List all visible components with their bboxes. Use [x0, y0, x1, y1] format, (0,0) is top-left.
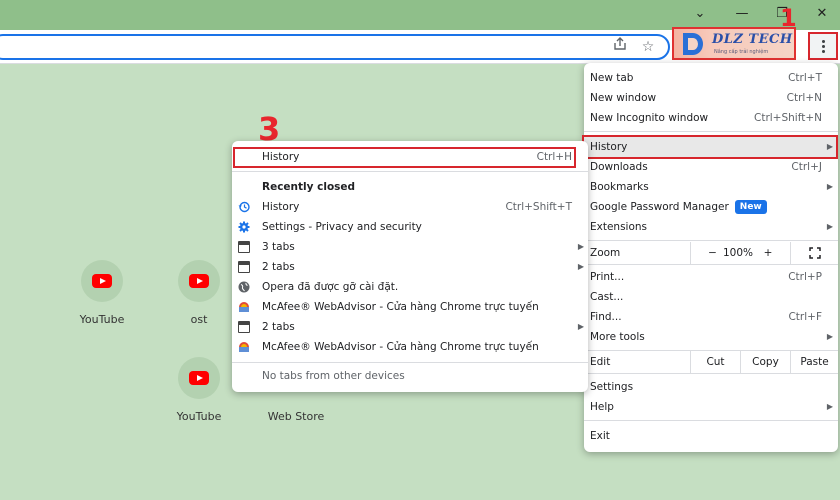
chrome-menu-button[interactable]	[808, 32, 838, 60]
webstore-icon	[239, 302, 249, 312]
menu-item-exit[interactable]: Exit	[584, 426, 838, 446]
more-vert-icon	[822, 40, 825, 55]
menu-item-print[interactable]: Print... Ctrl+P	[584, 267, 838, 287]
menu-divider	[232, 171, 588, 172]
history-submenu: History Ctrl+H Recently closed History Ctr…	[232, 141, 588, 392]
paste-button[interactable]: Paste	[790, 351, 838, 373]
tab-search-icon[interactable]: ⌄	[688, 3, 712, 25]
menu-item-cast[interactable]: Cast...	[584, 287, 838, 307]
dlz-tech-logo: DLZ TECH Nâng cấp trải nghiệm	[672, 27, 796, 60]
submenu-item-tab-group[interactable]: 2 tabs ▶	[232, 317, 588, 337]
menu-edit-row: Edit Cut Copy Paste	[584, 351, 838, 373]
youtube-icon	[189, 371, 209, 385]
highlight-history-menu	[582, 135, 838, 159]
submenu-item-tab-group[interactable]: 3 tabs ▶	[232, 237, 588, 257]
chrome-main-menu: New tab Ctrl+T New window Ctrl+N New Incog…	[584, 63, 838, 452]
submenu-item-mcafee[interactable]: McAfee® WebAdvisor - Cửa hàng Chrome trự…	[232, 297, 588, 317]
globe-icon	[238, 281, 250, 293]
menu-zoom-row: Zoom − 100% +	[584, 242, 838, 264]
step-1-label: 1	[780, 4, 797, 32]
shortcut-label: ost	[190, 313, 208, 326]
menu-divider	[232, 362, 588, 363]
submenu-item-restore-history[interactable]: History Ctrl+Shift+T	[232, 197, 588, 217]
menu-item-settings[interactable]: Settings	[584, 377, 838, 397]
fullscreen-icon	[808, 247, 821, 259]
close-button[interactable]: ✕	[810, 3, 834, 25]
youtube-icon	[189, 274, 209, 288]
menu-item-new-incognito[interactable]: New Incognito window Ctrl+Shift+N	[584, 108, 838, 128]
menu-divider	[584, 420, 838, 421]
minimize-button[interactable]: —	[730, 3, 754, 25]
bookmark-star-icon[interactable]: ☆	[638, 37, 658, 57]
shortcut-label: YouTube	[79, 313, 125, 326]
copy-button[interactable]: Copy	[740, 351, 790, 373]
fullscreen-button[interactable]	[790, 242, 838, 264]
logo-text: DLZ TECH	[712, 32, 793, 47]
menu-divider	[584, 264, 838, 265]
chevron-right-icon: ▶	[826, 222, 833, 231]
submenu-item-opera[interactable]: Opera đã được gỡ cài đặt.	[232, 277, 588, 297]
menu-item-more-tools[interactable]: More tools ▶	[584, 327, 838, 347]
chevron-right-icon: ▶	[577, 242, 584, 251]
chevron-right-icon: ▶	[826, 182, 833, 191]
submenu-item-tab-group[interactable]: 2 tabs ▶	[232, 257, 588, 277]
gear-icon	[238, 221, 250, 233]
shortcut-tile[interactable]: YouTube	[159, 357, 239, 423]
chevron-right-icon: ▶	[826, 402, 833, 411]
chevron-right-icon: ▶	[826, 332, 833, 341]
youtube-icon	[92, 274, 112, 288]
submenu-item-mcafee[interactable]: McAfee® WebAdvisor - Cửa hàng Chrome trự…	[232, 337, 588, 357]
highlight-history-submenu	[233, 147, 576, 168]
no-tabs-message: No tabs from other devices	[262, 370, 405, 382]
zoom-in-button[interactable]: +	[748, 242, 788, 264]
menu-item-find[interactable]: Find... Ctrl+F	[584, 307, 838, 327]
cut-button[interactable]: Cut	[690, 351, 740, 373]
webstore-icon	[239, 342, 249, 352]
new-badge: New	[734, 200, 767, 214]
address-bar[interactable]	[0, 34, 670, 60]
tab-group-icon	[238, 241, 250, 253]
logo-mark-icon	[683, 33, 703, 55]
recently-closed-heading: Recently closed	[262, 181, 356, 193]
chevron-right-icon: ▶	[577, 322, 584, 331]
logo-tagline: Nâng cấp trải nghiệm	[714, 49, 769, 55]
shortcut-tile[interactable]: ost	[159, 260, 239, 326]
chevron-right-icon: ▶	[577, 262, 584, 271]
tab-group-icon	[238, 321, 250, 333]
menu-item-password-manager[interactable]: Google Password Manager New	[584, 197, 838, 217]
history-icon	[238, 201, 250, 213]
menu-divider	[584, 240, 838, 241]
menu-item-extensions[interactable]: Extensions ▶	[584, 217, 838, 237]
menu-item-new-tab[interactable]: New tab Ctrl+T	[584, 68, 838, 88]
menu-divider	[584, 373, 838, 374]
share-icon[interactable]	[610, 37, 630, 57]
menu-divider	[584, 131, 838, 132]
menu-item-help[interactable]: Help ▶	[584, 397, 838, 417]
shortcut-label: Web Store	[267, 410, 325, 423]
submenu-item-settings-privacy[interactable]: Settings - Privacy and security	[232, 217, 588, 237]
title-bar: ⌄ — ❐ ✕	[0, 0, 840, 30]
menu-item-bookmarks[interactable]: Bookmarks ▶	[584, 177, 838, 197]
menu-item-downloads[interactable]: Downloads Ctrl+J	[584, 157, 838, 177]
shortcut-label: YouTube	[176, 410, 222, 423]
tab-group-icon	[238, 261, 250, 273]
shortcut-tile[interactable]: YouTube	[62, 260, 142, 326]
menu-item-new-window[interactable]: New window Ctrl+N	[584, 88, 838, 108]
